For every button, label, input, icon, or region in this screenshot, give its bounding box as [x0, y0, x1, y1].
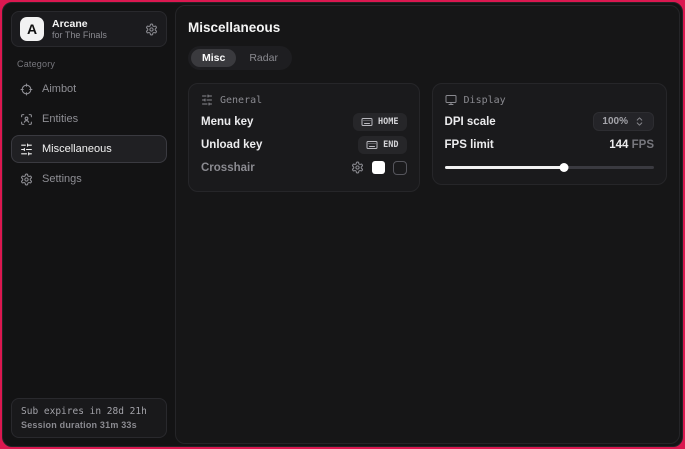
- crosshair-checkbox[interactable]: [393, 161, 407, 175]
- sidebar-item-label: Settings: [42, 173, 82, 185]
- display-card-header: Display: [445, 94, 654, 106]
- gear-icon[interactable]: [145, 23, 158, 36]
- dpi-scale-row: DPI scale 100%: [445, 110, 654, 133]
- slider-fill: [445, 166, 564, 169]
- keyboard-icon: [366, 139, 378, 151]
- unload-key-label: Unload key: [201, 139, 262, 151]
- brand-text: Arcane for The Finals: [52, 18, 137, 40]
- session-duration-text: Session duration 31m 33s: [21, 420, 157, 430]
- brand-title: Arcane: [52, 18, 137, 30]
- card-title: General: [220, 95, 262, 106]
- monitor-icon: [445, 94, 457, 106]
- app-window: A Arcane for The Finals Category Aimbot: [2, 2, 683, 447]
- scan-person-icon: [20, 113, 33, 126]
- tab-group: Misc Radar: [188, 46, 292, 70]
- cards-row: General Menu key HOME Unload key: [188, 83, 667, 192]
- fps-unit: FPS: [632, 139, 654, 151]
- brand-subtitle: for The Finals: [52, 30, 137, 40]
- app-logo: A: [20, 17, 44, 41]
- gear-icon: [20, 173, 33, 186]
- menu-key-label: Menu key: [201, 116, 253, 128]
- sidebar-nav: Aimbot Entities Miscellaneous: [11, 75, 167, 193]
- fps-limit-slider[interactable]: [445, 162, 654, 172]
- unload-key-button[interactable]: END: [358, 136, 406, 154]
- page-title: Miscellaneous: [188, 20, 667, 35]
- sliders-icon: [20, 143, 33, 156]
- sliders-icon: [201, 94, 213, 106]
- general-card-header: General: [201, 94, 407, 106]
- display-card: Display DPI scale 100% FPS limit: [432, 83, 667, 185]
- fps-number: 144: [609, 139, 628, 151]
- card-title: Display: [464, 95, 506, 106]
- sidebar-item-label: Aimbot: [42, 83, 76, 95]
- page-backdrop: A Arcane for The Finals Category Aimbot: [0, 0, 685, 449]
- sidebar-item-aimbot[interactable]: Aimbot: [11, 75, 167, 103]
- dpi-scale-label: DPI scale: [445, 116, 496, 128]
- category-label: Category: [17, 59, 161, 69]
- sidebar-item-label: Entities: [42, 113, 78, 125]
- slider-thumb[interactable]: [559, 163, 568, 172]
- brand-card: A Arcane for The Finals: [11, 11, 167, 47]
- general-card: General Menu key HOME Unload key: [188, 83, 420, 192]
- unload-key-row: Unload key END: [201, 133, 407, 156]
- sidebar: A Arcane for The Finals Category Aimbot: [3, 3, 175, 446]
- crosshair-label: Crosshair: [201, 162, 255, 174]
- keybind-value: END: [383, 140, 398, 150]
- fps-limit-label: FPS limit: [445, 139, 494, 151]
- crosshair-color-swatch[interactable]: [372, 161, 385, 174]
- dpi-scale-select[interactable]: 100%: [593, 112, 654, 131]
- fps-limit-row: FPS limit 144 FPS: [445, 133, 654, 156]
- keybind-value: HOME: [378, 117, 398, 127]
- chevrons-up-down-icon: [634, 116, 645, 127]
- menu-key-row: Menu key HOME: [201, 110, 407, 133]
- tab-misc[interactable]: Misc: [191, 49, 236, 67]
- fps-limit-value: 144 FPS: [609, 139, 654, 151]
- sidebar-item-miscellaneous[interactable]: Miscellaneous: [11, 135, 167, 163]
- sidebar-item-label: Miscellaneous: [42, 143, 112, 155]
- dpi-scale-value: 100%: [602, 116, 628, 127]
- main-panel: Miscellaneous Misc Radar General Menu ke…: [175, 5, 680, 444]
- menu-key-button[interactable]: HOME: [353, 113, 406, 131]
- sidebar-item-settings[interactable]: Settings: [11, 165, 167, 193]
- crosshair-icon: [20, 83, 33, 96]
- tab-radar[interactable]: Radar: [238, 49, 289, 67]
- sidebar-item-entities[interactable]: Entities: [11, 105, 167, 133]
- crosshair-row: Crosshair: [201, 156, 407, 179]
- sub-expiry-text: Sub expires in 28d 21h: [21, 406, 157, 417]
- keyboard-icon: [361, 116, 373, 128]
- subscription-card: Sub expires in 28d 21h Session duration …: [11, 398, 167, 438]
- crosshair-settings-gear-icon[interactable]: [351, 161, 364, 174]
- crosshair-controls: [351, 161, 407, 175]
